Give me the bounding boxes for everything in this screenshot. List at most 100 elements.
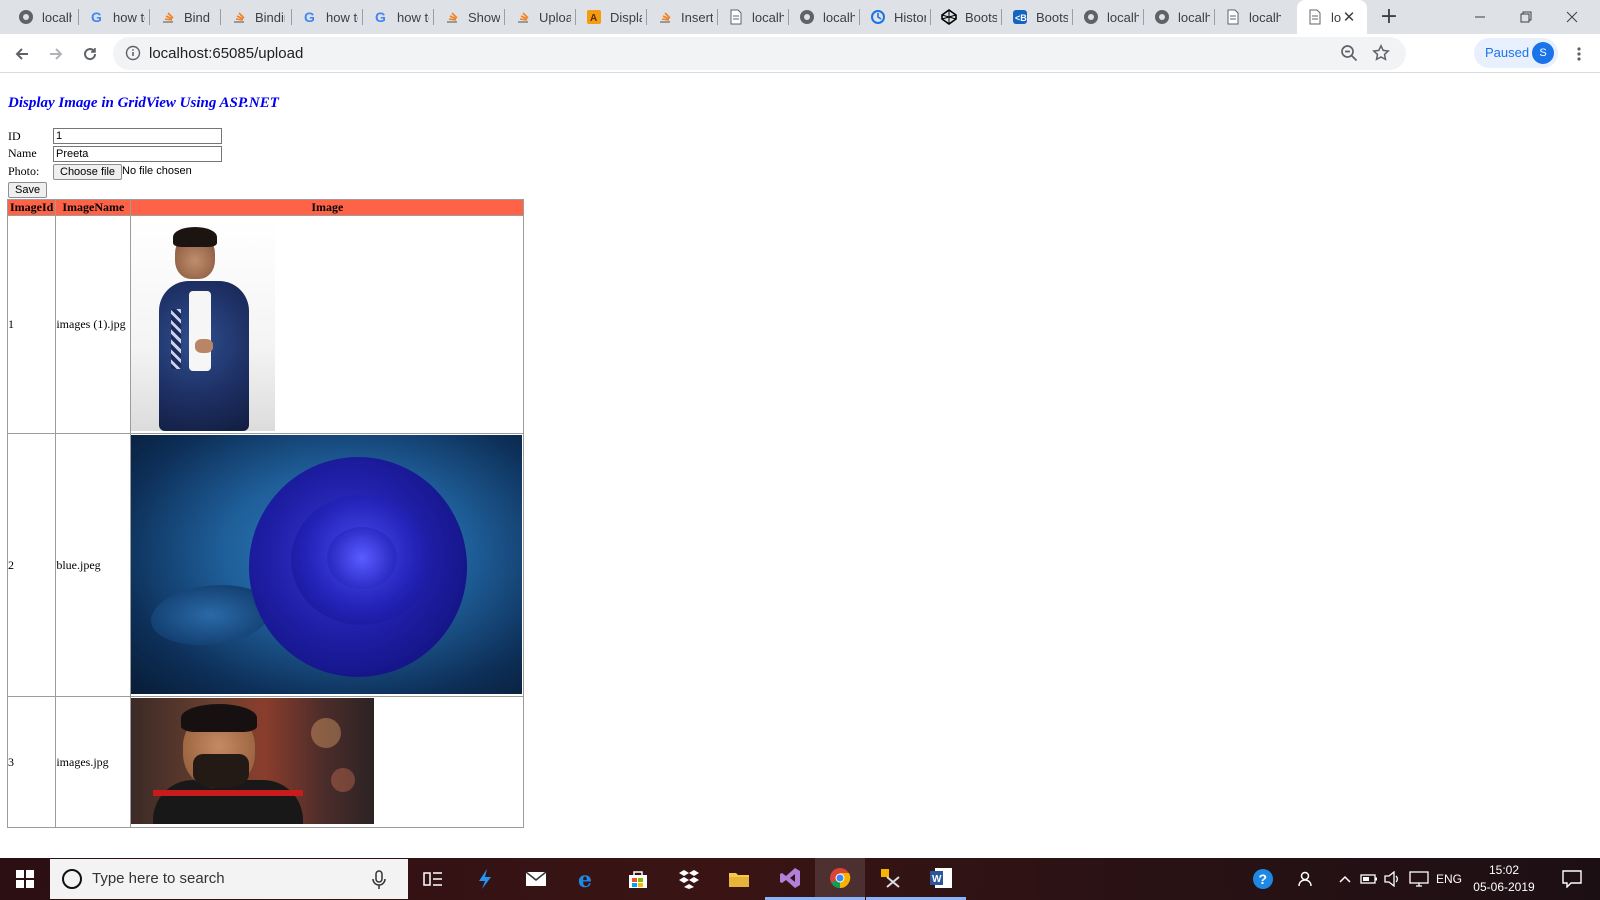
kebab-menu-icon [1577,47,1581,61]
svg-text:G: G [91,9,102,25]
input-language[interactable]: ENG [1433,858,1465,900]
page-icon [1307,9,1323,25]
browser-tab[interactable]: Bootstrap [931,0,1001,34]
browser-tab[interactable]: localhost [8,0,78,34]
tab-title: Bind [184,9,211,25]
store-icon[interactable] [613,858,663,900]
tab-title: localhost [1331,9,1341,25]
profile-button[interactable]: Paused S [1474,38,1558,68]
reload-button[interactable] [76,40,104,68]
help-icon[interactable]: ? [1248,858,1278,900]
windows-logo-icon [16,870,34,888]
browser-tab[interactable]: localhost [1144,0,1214,34]
browser-tab[interactable]: G how to [292,0,362,34]
back-arrow-icon [15,48,28,60]
new-tab-button[interactable]: + [1377,5,1401,29]
imagename-cell: images.jpg [55,696,132,828]
tools-icon[interactable] [866,858,916,900]
microphone-icon[interactable] [370,870,388,890]
stackoverflow-icon [160,9,176,25]
browser-tab[interactable]: Upload [505,0,575,34]
save-button[interactable]: Save [8,182,48,198]
id-field[interactable] [53,128,222,144]
visual-studio-icon[interactable] [765,858,815,900]
system-clock[interactable]: 15:02 05-06-2019 [1468,862,1540,896]
id-label: ID [8,129,21,143]
cortana-icon [62,869,82,889]
minimize-button[interactable] [1457,0,1503,34]
task-view-icon[interactable] [408,858,458,900]
browser-tab[interactable]: Show [434,0,504,34]
info-icon[interactable] [125,45,141,61]
svg-text:<B>: <B> [1015,13,1028,23]
close-tab-icon[interactable]: ✕ [1341,9,1357,25]
tab-title: localhost [752,9,784,25]
show-hidden-icons-chevron[interactable] [1334,858,1356,900]
taskbar-search-box[interactable]: Type here to search [50,859,408,899]
volume-icon[interactable] [1381,858,1405,900]
file-status: No file chosen [122,165,192,177]
browser-tab[interactable]: G how to [79,0,149,34]
image-cell [130,215,525,434]
tab-title: localhost [1178,9,1210,25]
browser-tab[interactable]: G how to [363,0,433,34]
svg-text:W: W [932,874,942,885]
tab-title: localhost [823,9,855,25]
imagename-cell: images (1).jpg [55,215,132,434]
globe-icon [18,9,34,25]
browser-tab[interactable]: localhost [718,0,788,34]
browser-tab[interactable]: Binding [221,0,291,34]
reload-icon [84,48,97,61]
search-placeholder: Type here to search [92,870,225,887]
file-explorer-icon[interactable] [714,858,764,900]
dropbox-icon[interactable] [664,858,714,900]
browser-tab[interactable]: <B> Bootstrap [1002,0,1072,34]
image-cell [130,696,525,828]
tab-title: Show [468,9,500,25]
table-row: 2 blue.jpeg [6,433,525,697]
tab-title: Bootstrap [1036,9,1068,25]
avatar: S [1532,42,1554,64]
google-icon: G [302,9,318,25]
browser-tab[interactable]: localhost [789,0,859,34]
word-icon[interactable]: W [916,858,966,900]
image-gridview: ImageId ImageName Image 1 images (1).jpg… [6,199,525,828]
page-content: Display Image in GridView Using ASP.NET … [0,74,1600,858]
address-bar[interactable]: localhost:65085/upload [113,37,1406,70]
mail-icon[interactable] [511,858,561,900]
browser-tab[interactable]: Insert [647,0,717,34]
tab-strip: localhost G how to Bind Binding G how to… [0,0,1600,34]
table-row: 1 images (1).jpg [6,215,525,434]
browser-tab[interactable]: History [860,0,930,34]
action-center-icon[interactable] [1552,858,1592,900]
imageid-cell: 3 [6,696,57,828]
tab-title: how to [326,9,358,25]
browser-toolbar: localhost:65085/upload Paused S [0,34,1600,73]
close-window-button[interactable] [1549,0,1595,34]
choose-file-button[interactable]: Choose file [53,164,123,180]
url-text[interactable]: localhost:65085/upload [149,45,303,62]
forward-button[interactable] [42,40,70,68]
people-icon[interactable] [1292,858,1322,900]
menu-button[interactable] [1568,40,1590,68]
network-icon[interactable] [1406,858,1432,900]
browser-tab[interactable]: Bind [150,0,220,34]
chrome-icon[interactable] [815,858,865,900]
start-button[interactable] [0,858,50,900]
browser-tab[interactable]: localhost [1073,0,1143,34]
zoom-icon[interactable] [1340,44,1358,62]
name-field[interactable] [53,146,222,162]
stackoverflow-icon [657,9,673,25]
bookmark-star-icon[interactable] [1372,44,1390,62]
clock-time: 15:02 [1488,863,1520,877]
browser-tab-active[interactable]: localhost ✕ [1297,0,1367,34]
restore-button[interactable] [1503,0,1549,34]
battery-icon[interactable] [1357,858,1381,900]
sharex-icon[interactable] [460,858,510,900]
svg-text:A: A [590,13,597,24]
back-button[interactable] [8,40,36,68]
browser-tab[interactable]: A Display [576,0,646,34]
browser-tab[interactable]: localhost [1215,0,1285,34]
tab-title: Display [610,9,642,25]
edge-icon[interactable]: e [562,858,612,900]
